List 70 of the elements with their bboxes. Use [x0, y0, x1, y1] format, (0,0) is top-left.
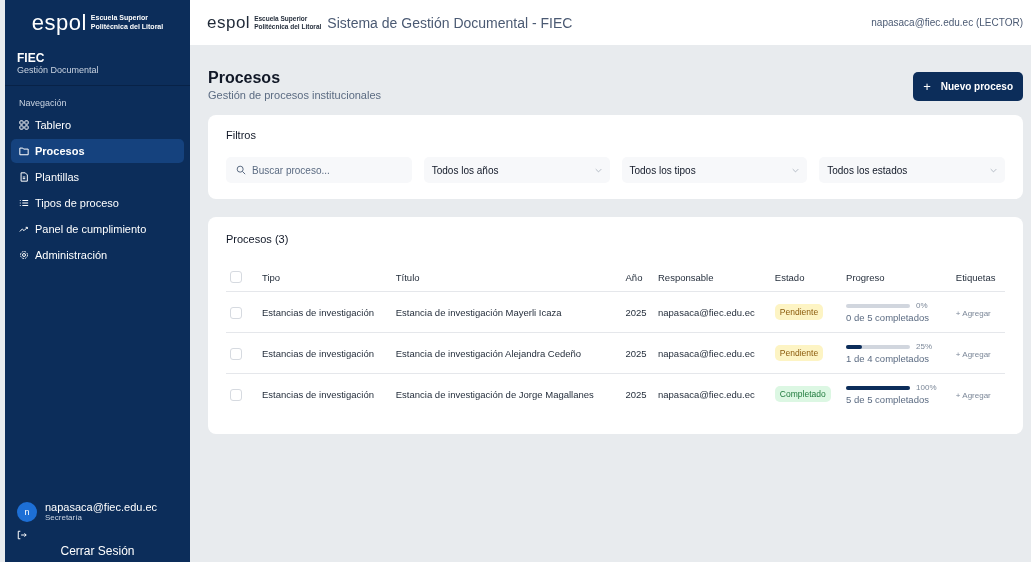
progress-caption: 1 de 4 completados	[846, 353, 930, 365]
chevron-down-icon	[990, 167, 997, 173]
row-checkbox[interactable]	[230, 347, 242, 360]
app-title: Sistema de Gestión Documental - FIEC	[327, 14, 573, 31]
add-tag-link[interactable]: + Agregar	[955, 309, 991, 318]
settings-icon	[19, 250, 29, 260]
table-cell: Estancia de investigación Mayerli Icaza	[395, 307, 562, 318]
filter-dropdown[interactable]: Todos los estados	[819, 157, 1005, 183]
user-avatar: n	[17, 501, 37, 522]
user-role: Secretaría	[45, 513, 83, 522]
column-header: Etiquetas	[955, 271, 996, 283]
column-header: Progreso	[846, 271, 885, 283]
sidebar-item[interactable]: Panel de cumplimiento	[11, 217, 184, 241]
table-cell: 2025	[625, 389, 647, 400]
progress-caption: 0 de 5 completados	[846, 312, 930, 324]
table-cell: Estancias de investigación	[262, 348, 374, 359]
page-title: Procesos	[208, 69, 282, 87]
sidebar-item[interactable]: Administración	[11, 243, 184, 267]
column-header: Responsable	[658, 271, 714, 283]
add-tag-link[interactable]: + Agregar	[955, 350, 991, 359]
search-field[interactable]: Buscar proceso...	[226, 157, 412, 183]
filter-dropdown[interactable]: Todos los tipos	[621, 157, 808, 183]
table-cell: Estancias de investigación	[262, 307, 374, 318]
column-header: Tipo	[262, 271, 281, 283]
row-checkbox[interactable]	[230, 388, 242, 401]
status-badge: Pendiente	[774, 304, 824, 321]
sidebar-item[interactable]: Tipos de proceso	[11, 191, 184, 215]
document-icon	[19, 172, 29, 182]
logout-button[interactable]: Cerrar Sesión	[60, 542, 135, 562]
filter-dropdown[interactable]: Todos los años	[423, 157, 610, 183]
folder-icon	[19, 146, 29, 156]
select-all-checkbox[interactable]	[230, 271, 242, 284]
table-cell: Estancia de investigación Alejandra Cedeño	[395, 348, 582, 359]
column-header: Estado	[774, 271, 805, 283]
card-title: Procesos (3)	[226, 233, 290, 245]
app-name: Gestión Documental	[17, 65, 100, 75]
status-badge: Completado	[774, 386, 831, 403]
table-cell: napasaca@fiec.edu.ec	[658, 307, 755, 318]
table-cell: 2025	[625, 307, 647, 318]
logout-icon[interactable]	[17, 530, 27, 540]
table-cell: Estancia de investigación de Jorge Magallanes	[395, 389, 594, 400]
user-email: napasaca@fiec.edu.ec	[45, 501, 158, 513]
card-title: Filtros	[226, 129, 257, 141]
page-subtitle: Gestión de procesos institucionales	[208, 89, 382, 101]
progress-percent: 25%	[916, 342, 933, 352]
search-icon	[236, 165, 246, 175]
progress-caption: 5 de 5 completados	[846, 394, 930, 406]
trend-icon	[19, 224, 29, 234]
table-cell: 2025	[625, 348, 647, 359]
section-label: Navegación	[18, 97, 68, 110]
sidebar-item[interactable]: Plantillas	[11, 165, 184, 189]
progress-percent: 100%	[916, 383, 937, 393]
list-icon	[19, 198, 29, 208]
status-badge: Pendiente	[774, 345, 824, 362]
progress-percent: 0%	[916, 301, 928, 311]
table-cell: napasaca@fiec.edu.ec	[658, 389, 755, 400]
chevron-down-icon	[792, 167, 800, 173]
add-tag-link[interactable]: + Agregar	[955, 391, 991, 400]
table-cell: napasaca@fiec.edu.ec	[658, 348, 755, 359]
new-process-button[interactable]: + Nuevo proceso	[913, 72, 1023, 101]
column-header: Título	[395, 271, 420, 283]
column-header: Año	[625, 271, 643, 283]
sidebar-item[interactable]: Tablero	[11, 113, 184, 137]
sidebar-item[interactable]: Procesos	[11, 139, 184, 163]
chevron-down-icon	[594, 167, 602, 173]
grid-icon	[19, 120, 29, 130]
row-checkbox[interactable]	[230, 306, 242, 319]
table-cell: Estancias de investigación	[262, 389, 374, 400]
current-user: napasaca@fiec.edu.ec (LECTOR)	[871, 17, 1023, 28]
org-name: FIEC	[17, 51, 46, 65]
